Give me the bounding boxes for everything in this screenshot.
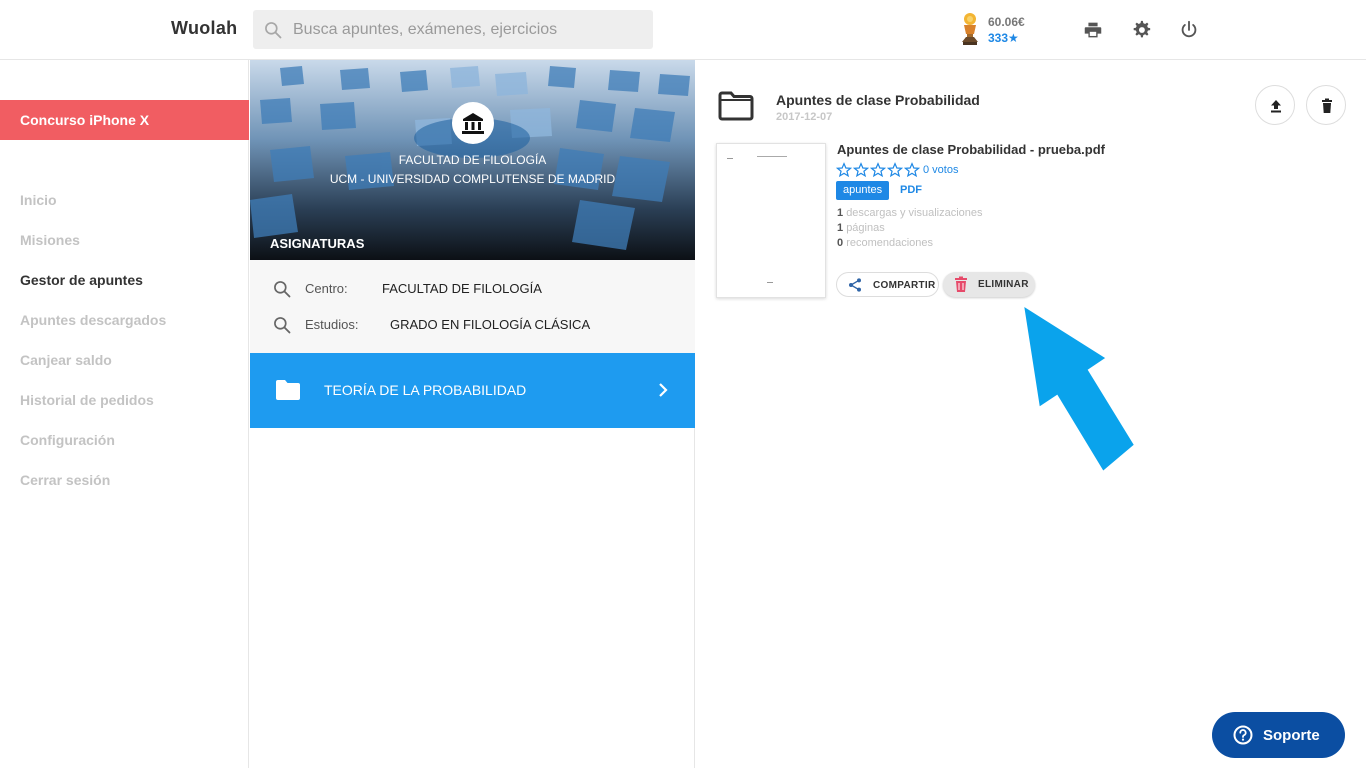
- folder-title: Apuntes de clase Probabilidad: [776, 92, 980, 108]
- document-title[interactable]: Apuntes de clase Probabilidad - prueba.p…: [837, 142, 1105, 157]
- filter-centro[interactable]: Centro: FACULTAD DE FILOLOGÍA: [272, 279, 672, 299]
- document-thumbnail[interactable]: [716, 143, 826, 298]
- downloads-stat: 1 descargas y visualizaciones: [837, 207, 983, 219]
- sidebar-item-apuntes-descargados[interactable]: Apuntes descargados: [20, 310, 166, 350]
- pages-count: 1: [837, 222, 844, 234]
- trophy-icon: [962, 13, 978, 45]
- search-icon: [274, 281, 291, 298]
- brand-logo[interactable]: Wuolah: [171, 18, 237, 39]
- search-icon: [265, 22, 282, 39]
- filters-panel: Centro: FACULTAD DE FILOLOGÍA Estudios: …: [250, 260, 695, 353]
- star-icon[interactable]: [904, 162, 920, 178]
- gear-icon[interactable]: [1130, 19, 1152, 41]
- search-input[interactable]: [293, 10, 643, 49]
- sidebar-item-configuracion[interactable]: Configuración: [20, 430, 166, 470]
- balance-amount: 60.06€: [988, 15, 1025, 29]
- filter-label: Centro:: [305, 281, 348, 296]
- trash-icon: [1322, 98, 1332, 113]
- star-icon[interactable]: [836, 162, 852, 178]
- power-icon[interactable]: [1178, 19, 1200, 41]
- print-icon[interactable]: [1082, 19, 1104, 41]
- share-button-label: COMPARTIR: [873, 280, 936, 291]
- promo-banner[interactable]: Concurso iPhone X: [0, 100, 249, 140]
- downloads-label: descargas y visualizaciones: [846, 207, 983, 219]
- university-panel: FACULTAD DE FILOLOGÍA UCM - UNIVERSIDAD …: [250, 60, 695, 768]
- pages-stat: 1 páginas: [837, 222, 885, 234]
- stars-count: 333★: [988, 31, 1019, 45]
- search-box[interactable]: [253, 10, 653, 49]
- sidebar-menu: Inicio Misiones Gestor de apuntes Apunte…: [20, 190, 166, 510]
- star-icon[interactable]: [887, 162, 903, 178]
- delete-button-label: ELIMINAR: [978, 279, 1029, 290]
- sidebar-item-inicio[interactable]: Inicio: [20, 190, 166, 230]
- votes-count: 0 votos: [923, 164, 959, 176]
- top-bar: Wuolah 60.06€ 333★: [0, 0, 1366, 60]
- filter-estudios[interactable]: Estudios: GRADO EN FILOLOGÍA CLÁSICA: [272, 315, 672, 335]
- recommendations-label: recomendaciones: [846, 237, 934, 249]
- sidebar-item-historial-pedidos[interactable]: Historial de pedidos: [20, 390, 166, 430]
- format-label: PDF: [900, 184, 922, 196]
- sidebar-item-canjear-saldo[interactable]: Canjear saldo: [20, 350, 166, 390]
- recommendations-count: 0: [837, 237, 844, 249]
- sidebar-item-cerrar-sesion[interactable]: Cerrar sesión: [20, 470, 166, 510]
- pages-label: páginas: [846, 222, 885, 234]
- sidebar: Concurso iPhone X Inicio Misiones Gestor…: [0, 60, 249, 768]
- filter-value: FACULTAD DE FILOLOGÍA: [382, 281, 542, 296]
- folder-icon: [718, 91, 754, 121]
- university-banner: FACULTAD DE FILOLOGÍA UCM - UNIVERSIDAD …: [250, 60, 695, 260]
- section-title: ASIGNATURAS: [270, 236, 365, 251]
- upload-icon: [1271, 100, 1281, 113]
- university-icon: [452, 102, 494, 144]
- star-icon[interactable]: [870, 162, 886, 178]
- sidebar-item-gestor-apuntes[interactable]: Gestor de apuntes: [20, 270, 166, 310]
- folder-date: 2017-12-07: [776, 111, 833, 123]
- upload-button[interactable]: [1255, 85, 1295, 125]
- filter-label: Estudios:: [305, 317, 359, 332]
- share-button[interactable]: COMPARTIR: [836, 272, 939, 297]
- delete-folder-button[interactable]: [1306, 85, 1346, 125]
- chevron-right-icon: [659, 383, 668, 397]
- folder-icon: [276, 380, 300, 400]
- category-badge[interactable]: apuntes: [836, 181, 890, 200]
- recommendations-stat: 0 recomendaciones: [837, 237, 933, 249]
- pointer-arrow-icon: [1021, 302, 1137, 474]
- support-label: Soporte: [1263, 727, 1320, 744]
- university-name: UCM - UNIVERSIDAD COMPLUTENSE DE MADRID: [329, 172, 616, 186]
- support-button[interactable]: Soporte: [1212, 712, 1345, 758]
- search-icon: [274, 317, 291, 334]
- subject-item[interactable]: TEORÍA DE LA PROBABILIDAD: [250, 353, 695, 428]
- faculty-name: FACULTAD DE FILOLOGÍA: [398, 153, 547, 167]
- star-icon[interactable]: [853, 162, 869, 178]
- trash-icon: [955, 276, 967, 292]
- help-icon: [1233, 725, 1253, 745]
- downloads-count: 1: [837, 207, 844, 219]
- subject-name: TEORÍA DE LA PROBABILIDAD: [324, 382, 527, 398]
- filter-value: GRADO EN FILOLOGÍA CLÁSICA: [390, 317, 591, 332]
- share-icon: [849, 278, 861, 292]
- delete-document-button[interactable]: ELIMINAR: [943, 272, 1035, 297]
- sidebar-item-misiones[interactable]: Misiones: [20, 230, 166, 270]
